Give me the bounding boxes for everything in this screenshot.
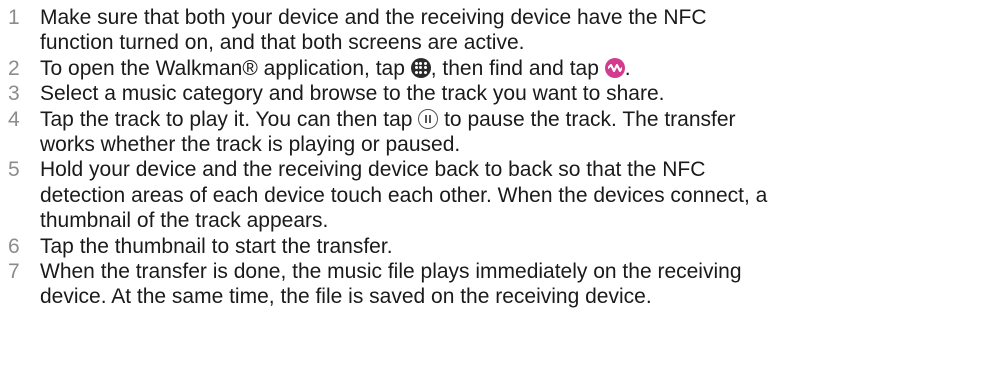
step-4: 4 Tap the track to play it. You can then… <box>8 107 983 158</box>
step-text: Hold your device and the receiving devic… <box>40 157 767 233</box>
step-text-part: , then find and tap <box>430 56 605 80</box>
step-text: Tap the thumbnail to start the transfer. <box>40 234 393 259</box>
walkman-icon <box>604 57 625 78</box>
step-line: device. At the same time, the file is sa… <box>40 285 652 309</box>
step-7: 7 When the transfer is done, the music f… <box>8 259 983 310</box>
step-text-part: . <box>624 56 631 80</box>
step-text-part: To open the Walkman® application, tap <box>40 56 411 80</box>
step-text-part: Tap the track to play it. You can then t… <box>40 107 419 131</box>
step-text: When the transfer is done, the music fil… <box>40 259 742 310</box>
step-line: Hold your device and the receiving devic… <box>40 158 706 182</box>
step-text: To open the Walkman® application, tap , … <box>40 56 631 81</box>
step-3: 3 Select a music category and browse to … <box>8 81 983 106</box>
step-line: Make sure that both your device and the … <box>40 6 707 29</box>
step-2: 2 To open the Walkman® application, tap … <box>8 56 983 81</box>
step-number: 1 <box>8 6 20 29</box>
pause-icon <box>418 108 439 129</box>
apps-grid-icon <box>410 57 431 78</box>
step-1: 1 Make sure that both your device and th… <box>8 5 983 56</box>
step-number: 4 <box>8 107 20 131</box>
step-text: Make sure that both your device and the … <box>40 5 707 56</box>
step-5: 5 Hold your device and the receiving dev… <box>8 157 983 233</box>
step-number: 3 <box>8 82 20 106</box>
step-text: Tap the track to play it. You can then t… <box>40 107 736 158</box>
step-line: thumbnail of the track appears. <box>40 209 329 233</box>
step-text: Select a music category and browse to th… <box>40 81 664 106</box>
step-number: 5 <box>8 158 20 182</box>
step-number: 7 <box>8 260 20 284</box>
step-line: detection areas of each device touch eac… <box>40 183 768 207</box>
step-line: Select a music category and browse to th… <box>40 82 665 106</box>
step-line: works whether the track is playing or pa… <box>40 133 461 157</box>
step-number: 6 <box>8 234 20 258</box>
step-6: 6 Tap the thumbnail to start the transfe… <box>8 234 983 259</box>
step-line: Tap the thumbnail to start the transfer. <box>40 234 393 258</box>
step-line: When the transfer is done, the music fil… <box>40 260 742 284</box>
step-number: 2 <box>8 56 20 80</box>
step-line: Tap the track to play it. You can then t… <box>40 107 736 132</box>
step-text-part: to pause the track. The transfer <box>438 107 736 131</box>
instruction-steps: 1 Make sure that both your device and th… <box>8 5 983 310</box>
step-line: function turned on, and that both screen… <box>40 31 525 55</box>
